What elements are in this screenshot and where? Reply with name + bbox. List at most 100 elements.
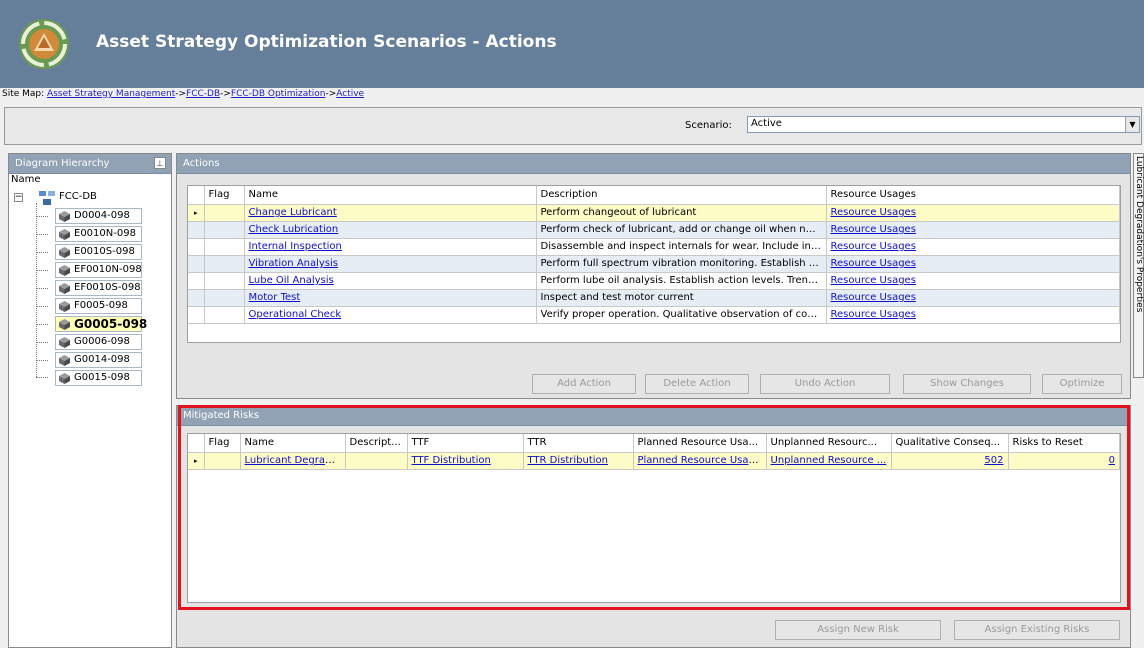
flag-cell[interactable] <box>204 238 245 256</box>
resource-usages-link[interactable]: Resource Usages <box>831 258 916 269</box>
row-selector-header <box>188 434 205 453</box>
chevron-down-icon[interactable]: ▼ <box>1125 117 1139 132</box>
resource-usages-link[interactable]: Resource Usages <box>831 224 916 235</box>
diagram-hierarchy-panel: Diagram Hierarchy ⊥ Name − FCC-DB D0004-… <box>8 153 172 648</box>
tree-item-g0014-098[interactable]: G0014-098 <box>55 352 142 370</box>
flag-cell[interactable] <box>204 204 245 222</box>
column-header-description[interactable]: Descript... <box>345 434 408 453</box>
action-name-link[interactable]: Operational Check <box>249 309 342 320</box>
column-header-planned-resource-usages[interactable]: Planned Resource Usa... <box>633 434 767 453</box>
breadcrumb-fcc-db-optimization[interactable]: FCC-DB Optimization <box>231 89 326 99</box>
app-logo-icon <box>19 19 69 69</box>
table-row[interactable]: Lube Oil Analysis Perform lube oil analy… <box>188 272 1120 290</box>
cube-icon <box>59 229 70 240</box>
tree-item-label: G0014-098 <box>74 354 130 365</box>
qualitative-consequence-link[interactable]: 502 <box>984 455 1003 466</box>
column-header-name[interactable]: Name <box>240 434 346 453</box>
breadcrumb-fcc-db[interactable]: FCC-DB <box>186 89 220 99</box>
ttf-distribution-link[interactable]: TTF Distribution <box>412 455 491 466</box>
tree-item-label: F0005-098 <box>74 300 128 311</box>
column-header-flag[interactable]: Flag <box>204 434 241 453</box>
breadcrumb-asset-strategy-management[interactable]: Asset Strategy Management <box>47 89 175 99</box>
column-header-unplanned-resource-usages[interactable]: Unplanned Resourc... <box>766 434 892 453</box>
column-header-name[interactable]: Name <box>244 186 537 205</box>
resource-usages-link[interactable]: Resource Usages <box>831 241 916 252</box>
ttr-distribution-link[interactable]: TTR Distribution <box>528 455 609 466</box>
column-header-flag[interactable]: Flag <box>204 186 245 205</box>
show-changes-button[interactable]: Show Changes <box>903 374 1031 394</box>
properties-side-tab[interactable]: Lubricant Degradation's Properties <box>1133 153 1144 378</box>
assign-new-risk-button[interactable]: Assign New Risk <box>775 620 941 640</box>
flag-cell[interactable] <box>204 289 245 307</box>
tree-item-label: D0004-098 <box>74 210 130 221</box>
column-header-ttf[interactable]: TTF <box>407 434 524 453</box>
action-description: Perform full spectrum vibration monitori… <box>536 255 827 273</box>
optimize-button[interactable]: Optimize <box>1042 374 1122 394</box>
tree-item-g0006-098[interactable]: G0006-098 <box>55 334 142 352</box>
tree-root-fcc-db[interactable]: − FCC-DB <box>11 191 161 209</box>
action-description: Perform changeout of lubricant <box>536 204 827 222</box>
resource-usages-link[interactable]: Resource Usages <box>831 309 916 320</box>
resource-usages-link[interactable]: Resource Usages <box>831 207 916 218</box>
unplanned-resource-usages-link[interactable]: Unplanned Resource ... <box>771 455 887 466</box>
risk-name-link[interactable]: Lubricant Degradation <box>245 455 345 466</box>
tree-item-f0005-098[interactable]: F0005-098 <box>55 298 142 316</box>
tree-item-label: EF0010N-098 <box>74 264 142 275</box>
column-header-resource-usages[interactable]: Resource Usages <box>826 186 1120 205</box>
action-name-link[interactable]: Lube Oil Analysis <box>249 275 334 286</box>
collapse-icon[interactable]: − <box>14 193 23 202</box>
row-pointer-icon: ▸ <box>188 452 205 470</box>
table-row[interactable]: Vibration Analysis Perform full spectrum… <box>188 255 1120 273</box>
scenario-select[interactable]: Active ▼ <box>747 116 1140 133</box>
add-action-button[interactable]: Add Action <box>532 374 636 394</box>
action-name-link[interactable]: Vibration Analysis <box>249 258 339 269</box>
tree-item-e0010n-098[interactable]: E0010N-098 <box>55 226 142 244</box>
delete-action-button[interactable]: Delete Action <box>645 374 749 394</box>
breadcrumb-separator: -> <box>220 89 231 99</box>
flag-cell[interactable] <box>204 221 245 239</box>
action-name-link[interactable]: Internal Inspection <box>249 241 342 252</box>
tree-item-d0004-098[interactable]: D0004-098 <box>55 208 142 226</box>
resource-usages-link[interactable]: Resource Usages <box>831 275 916 286</box>
column-header-qualitative-consequence[interactable]: Qualitative Conseq... <box>891 434 1009 453</box>
column-header-description[interactable]: Description <box>536 186 827 205</box>
cube-icon <box>59 337 70 348</box>
planned-resource-usages-link[interactable]: Planned Resource Usages <box>638 455 766 466</box>
tree-item-g0005-098[interactable]: G0005-098 <box>55 316 147 334</box>
table-row[interactable]: Internal Inspection Disassemble and insp… <box>188 238 1120 256</box>
table-row[interactable]: Operational Check Verify proper operatio… <box>188 306 1120 324</box>
table-row[interactable]: ▸ Change Lubricant Perform changeout of … <box>188 204 1120 222</box>
resource-usages-link[interactable]: Resource Usages <box>831 292 916 303</box>
table-row[interactable]: Motor Test Inspect and test motor curren… <box>188 289 1120 307</box>
scenario-label: Scenario: <box>685 120 732 131</box>
table-row[interactable]: ▸ Lubricant Degradation TTF Distribution… <box>188 452 1120 470</box>
flag-cell[interactable] <box>204 272 245 290</box>
column-header-risks-to-reset[interactable]: Risks to Reset <box>1008 434 1120 453</box>
risks-to-reset-link[interactable]: 0 <box>1109 455 1115 466</box>
diagram-icon <box>39 191 55 205</box>
assign-existing-risks-button[interactable]: Assign Existing Risks <box>954 620 1120 640</box>
mitigated-risks-grid: Flag Name Descript... TTF TTR Planned Re… <box>187 433 1121 603</box>
cube-icon <box>59 373 70 384</box>
action-name-link[interactable]: Check Lubrication <box>249 224 339 235</box>
breadcrumb-separator: -> <box>325 89 337 99</box>
tree-item-ef0010n-098[interactable]: EF0010N-098 <box>55 262 142 280</box>
tree-item-g0015-098[interactable]: G0015-098 <box>55 370 142 388</box>
risks-header-row: Flag Name Descript... TTF TTR Planned Re… <box>188 434 1120 453</box>
breadcrumb-active[interactable]: Active <box>336 89 364 99</box>
pin-icon[interactable]: ⊥ <box>154 157 166 169</box>
tree-item-ef0010s-098[interactable]: EF0010S-098 <box>55 280 142 298</box>
cube-icon <box>59 247 70 258</box>
tree-item-e0010s-098[interactable]: E0010S-098 <box>55 244 142 262</box>
action-name-link[interactable]: Motor Test <box>249 292 301 303</box>
flag-cell[interactable] <box>204 452 241 470</box>
undo-action-button[interactable]: Undo Action <box>760 374 890 394</box>
action-name-link[interactable]: Change Lubricant <box>249 207 337 218</box>
flag-cell[interactable] <box>204 255 245 273</box>
action-description: Perform check of lubricant, add or chang… <box>536 221 827 239</box>
action-description: Inspect and test motor current <box>536 289 827 307</box>
table-row[interactable]: Check Lubrication Perform check of lubri… <box>188 221 1120 239</box>
flag-cell[interactable] <box>204 306 245 324</box>
row-pointer-icon: ▸ <box>188 204 205 222</box>
column-header-ttr[interactable]: TTR <box>523 434 634 453</box>
